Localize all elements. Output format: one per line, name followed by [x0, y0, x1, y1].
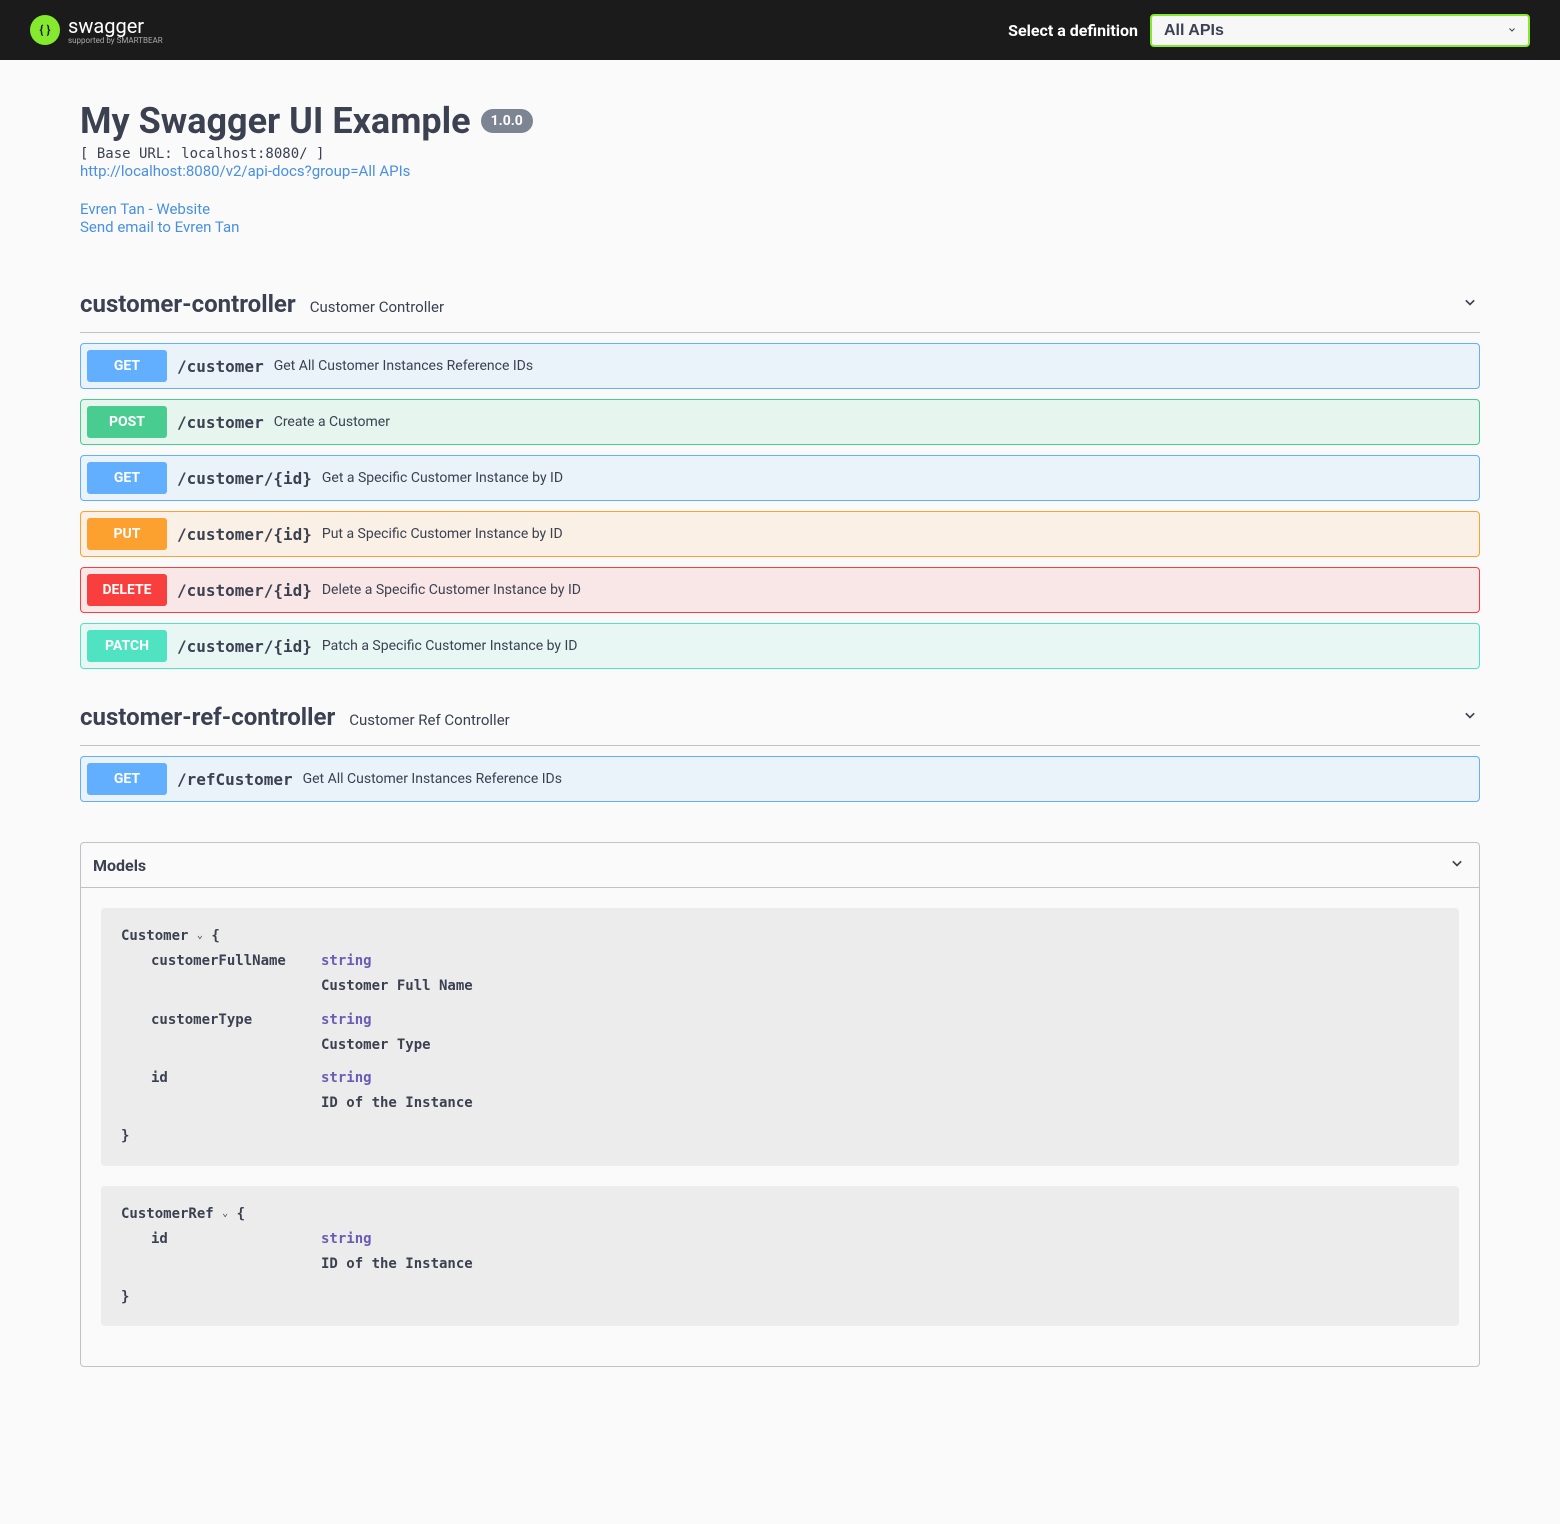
brace-close: }: [121, 1124, 1439, 1149]
operation-summary: Put a Specific Customer Instance by ID: [322, 526, 563, 542]
caret-down-icon[interactable]: ⌄: [222, 1208, 228, 1219]
model-box[interactable]: CustomerRef ⌄ { idstringID of the Instanc…: [101, 1186, 1459, 1327]
model-property-type: string: [321, 1227, 372, 1252]
contact-website-link[interactable]: Evren Tan - Website: [80, 200, 1480, 218]
brace-open: {: [211, 928, 219, 944]
swagger-logo-text: swagger supported by SMARTBEAR: [68, 16, 163, 45]
tag-description: Customer Ref Controller: [349, 711, 509, 729]
operation-path: /customer: [177, 357, 264, 376]
definition-label: Select a definition: [1008, 21, 1138, 40]
operation-path: /customer/{id}: [177, 581, 312, 600]
operation-summary: Create a Customer: [274, 414, 390, 430]
tag-name: customer-ref-controller: [80, 703, 335, 731]
swagger-logo[interactable]: { } swagger supported by SMARTBEAR: [30, 15, 163, 45]
http-method-badge: GET: [87, 462, 167, 494]
api-docs-link[interactable]: http://localhost:8080/v2/api-docs?group=…: [80, 162, 1480, 180]
tag-description: Customer Controller: [310, 298, 444, 316]
definition-selector: Select a definition All APIs: [1008, 14, 1530, 47]
models-header[interactable]: Models: [81, 843, 1479, 888]
model-name: Customer: [121, 928, 188, 944]
operation-path: /customer: [177, 413, 264, 432]
operation-row[interactable]: GET/customer/{id} Get a Specific Customer…: [80, 455, 1480, 501]
api-title: My Swagger UI Example 1.0.0: [80, 100, 1480, 142]
http-method-badge: GET: [87, 763, 167, 795]
operation-summary: Get All Customer Instances Reference IDs: [303, 771, 562, 787]
operation-row[interactable]: GET/customer Get All Customer Instances R…: [80, 343, 1480, 389]
models-title: Models: [93, 856, 146, 875]
operation-path: /customer/{id}: [177, 469, 312, 488]
operation-path: /customer/{id}: [177, 637, 312, 656]
chevron-down-icon: [1460, 292, 1480, 316]
operation-path: /customer/{id}: [177, 525, 312, 544]
operation-summary: Delete a Specific Customer Instance by I…: [322, 582, 581, 598]
http-method-badge: PATCH: [87, 630, 167, 662]
chevron-down-icon: [1447, 853, 1467, 877]
tag-section: customer-ref-controller Customer Ref Cont…: [80, 689, 1480, 802]
operation-row[interactable]: GET/refCustomer Get All Customer Instance…: [80, 756, 1480, 802]
http-method-badge: POST: [87, 406, 167, 438]
model-property-description: Customer Type: [321, 1033, 1439, 1058]
chevron-down-icon: [1460, 705, 1480, 729]
operation-summary: Get All Customer Instances Reference IDs: [274, 358, 533, 374]
model-property-type: string: [321, 1008, 372, 1033]
operation-summary: Patch a Specific Customer Instance by ID: [322, 638, 578, 654]
topbar: { } swagger supported by SMARTBEAR Selec…: [0, 0, 1560, 60]
operation-summary: Get a Specific Customer Instance by ID: [322, 470, 563, 486]
api-info: My Swagger UI Example 1.0.0 [ Base URL: …: [80, 100, 1480, 236]
base-url: [ Base URL: localhost:8080/ ]: [80, 146, 1480, 162]
model-name: CustomerRef: [121, 1206, 214, 1222]
brace-close: }: [121, 1285, 1439, 1310]
http-method-badge: GET: [87, 350, 167, 382]
swagger-logo-icon: { }: [30, 15, 60, 45]
model-property-name: customerFullName: [151, 949, 321, 974]
logo-sub: supported by SMARTBEAR: [68, 36, 163, 45]
models-section: Models Customer ⌄ {customerFullNamestrin…: [80, 842, 1480, 1367]
logo-main: swagger: [68, 16, 163, 36]
tag-section: customer-controller Customer Controller GE…: [80, 276, 1480, 669]
tag-name: customer-controller: [80, 290, 296, 318]
model-property-name: id: [151, 1066, 321, 1091]
model-property-description: ID of the Instance: [321, 1252, 1439, 1277]
model-property-name: customerType: [151, 1008, 321, 1033]
operation-row[interactable]: DELETE/customer/{id} Delete a Specific Cu…: [80, 567, 1480, 613]
model-box[interactable]: Customer ⌄ {customerFullNamestringCustom…: [101, 908, 1459, 1166]
model-property-name: id: [151, 1227, 321, 1252]
brace-open: {: [237, 1206, 245, 1222]
definition-select[interactable]: All APIs: [1150, 14, 1530, 47]
main-content: My Swagger UI Example 1.0.0 [ Base URL: …: [50, 60, 1510, 1407]
model-property-type: string: [321, 1066, 372, 1091]
tag-header[interactable]: customer-ref-controller Customer Ref Cont…: [80, 689, 1480, 746]
model-property-type: string: [321, 949, 372, 974]
http-method-badge: PUT: [87, 518, 167, 550]
caret-down-icon[interactable]: ⌄: [197, 930, 203, 941]
api-title-text: My Swagger UI Example: [80, 100, 471, 142]
operation-path: /refCustomer: [177, 770, 293, 789]
model-property-description: Customer Full Name: [321, 974, 1439, 999]
version-badge: 1.0.0: [481, 109, 533, 133]
http-method-badge: DELETE: [87, 574, 167, 606]
model-property-description: ID of the Instance: [321, 1091, 1439, 1116]
operation-row[interactable]: PUT/customer/{id} Put a Specific Customer…: [80, 511, 1480, 557]
tag-header[interactable]: customer-controller Customer Controller: [80, 276, 1480, 333]
operation-row[interactable]: POST/customer Create a Customer: [80, 399, 1480, 445]
operation-row[interactable]: PATCH/customer/{id} Patch a Specific Cust…: [80, 623, 1480, 669]
contact-email-link[interactable]: Send email to Evren Tan: [80, 218, 1480, 236]
